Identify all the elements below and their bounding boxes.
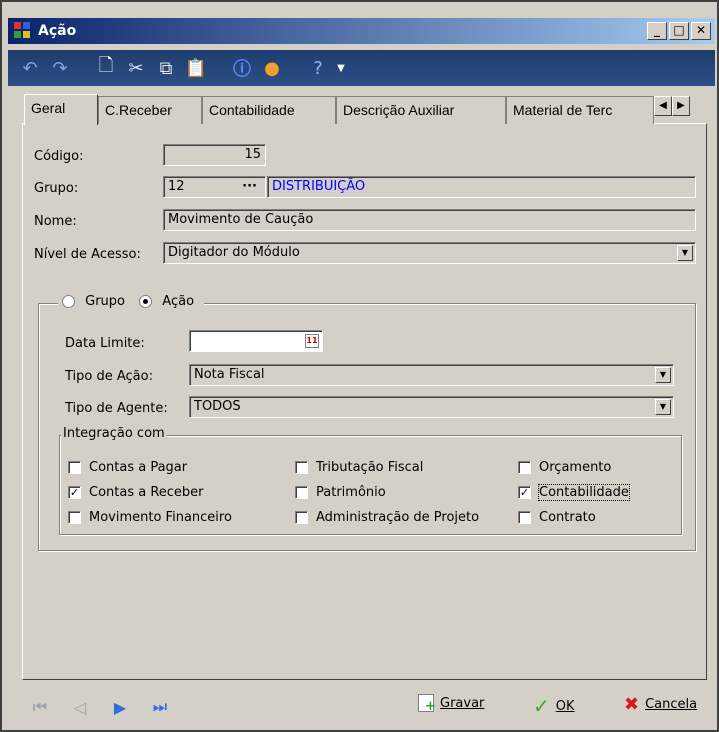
app-icon bbox=[14, 22, 32, 40]
radio-acao[interactable] bbox=[139, 295, 153, 308]
grupo-code: 12 bbox=[168, 179, 185, 194]
maximize-button[interactable]: □ bbox=[669, 22, 689, 40]
checkbox-contabilidade[interactable]: ✓ Contabilidade bbox=[518, 484, 630, 501]
nome-field[interactable]: Movimento de Caução bbox=[163, 209, 696, 231]
window: Ação _ □ ✕ ↶ ↷ 🗋 ✂ ⧉ 📋 ⓘ ● ? ▼ Geral C.R… bbox=[0, 0, 719, 732]
first-record-icon[interactable]: ⏮ bbox=[26, 693, 54, 721]
checkbox-contas-a-pagar[interactable]: Contas a Pagar bbox=[68, 460, 187, 475]
grupo-label: Grupo: bbox=[34, 181, 79, 196]
checkbox-label: Contabilidade bbox=[538, 484, 630, 501]
tab-scroll: ◀ ▶ bbox=[654, 96, 690, 116]
gravar-label: Gravar bbox=[440, 695, 485, 711]
checkbox-patrimonio[interactable]: Patrimônio bbox=[295, 485, 386, 500]
nivel-acesso-select[interactable]: Digitador do Módulo ▼ bbox=[163, 242, 696, 264]
tipo-agente-select[interactable]: TODOS ▼ bbox=[189, 396, 674, 418]
tab-contabilidade[interactable]: Contabilidade bbox=[202, 96, 336, 124]
ok-label: OK bbox=[555, 698, 575, 714]
checkbox-box[interactable] bbox=[518, 511, 531, 524]
checkbox-movimento-financeiro[interactable]: Movimento Financeiro bbox=[68, 510, 232, 525]
tipo-acao-label: Tipo de Ação: bbox=[65, 369, 153, 384]
checkbox-label: Tributação Fiscal bbox=[316, 460, 424, 475]
next-record-icon[interactable]: ▶ bbox=[106, 693, 134, 721]
radio-grupo-label[interactable]: Grupo bbox=[85, 294, 125, 309]
minimize-button[interactable]: _ bbox=[647, 22, 667, 40]
title-bar[interactable]: Ação _ □ ✕ bbox=[8, 18, 715, 44]
tab-c-receber[interactable]: C.Receber bbox=[98, 96, 202, 124]
chevron-left-icon[interactable]: ◀ bbox=[654, 96, 672, 116]
cancela-button[interactable]: ✖ Cancela bbox=[624, 694, 697, 715]
checkbox-label: Movimento Financeiro bbox=[89, 510, 232, 525]
window-title: Ação bbox=[38, 23, 77, 39]
checkbox-orcamento[interactable]: Orçamento bbox=[518, 460, 611, 475]
help-icon[interactable]: ? bbox=[306, 56, 330, 80]
nivel-acesso-label: Nível de Acesso: bbox=[34, 247, 141, 262]
last-record-icon[interactable]: ⏭ bbox=[146, 693, 174, 721]
codigo-field[interactable]: 15 bbox=[163, 144, 266, 166]
checkbox-box[interactable] bbox=[518, 461, 531, 474]
info-icon[interactable]: ⓘ bbox=[230, 56, 254, 80]
cancela-label: Cancela bbox=[645, 697, 698, 712]
checkbox-box[interactable] bbox=[295, 511, 308, 524]
checkmark-icon[interactable]: ✓ bbox=[68, 486, 81, 499]
save-document-icon: + bbox=[418, 694, 436, 713]
checkbox-contas-a-receber[interactable]: ✓ Contas a Receber bbox=[68, 485, 204, 500]
grupo-code-field[interactable]: 12 ··· bbox=[163, 176, 266, 198]
close-button[interactable]: ✕ bbox=[691, 22, 711, 40]
chevron-down-icon[interactable]: ▼ bbox=[336, 56, 346, 80]
radio-acao-label[interactable]: Ação bbox=[162, 294, 194, 309]
checkbox-label: Administração de Projeto bbox=[316, 510, 480, 525]
calendar-icon[interactable]: 11 bbox=[305, 334, 319, 348]
undo-icon[interactable]: ↶ bbox=[18, 56, 42, 80]
tab-material-de-terceiros[interactable]: Material de Terc bbox=[506, 96, 654, 124]
codigo-label: Código: bbox=[34, 149, 84, 164]
checkbox-box[interactable] bbox=[68, 461, 81, 474]
ellipsis-button[interactable]: ··· bbox=[242, 177, 257, 197]
checkbox-label: Contas a Pagar bbox=[89, 460, 188, 475]
paste-icon[interactable]: 📋 bbox=[184, 56, 208, 80]
radio-legend: Grupo Ação bbox=[58, 294, 205, 309]
chevron-right-icon[interactable]: ▶ bbox=[672, 96, 690, 116]
user-icon[interactable]: ● bbox=[260, 56, 284, 80]
cancel-x-icon: ✖ bbox=[624, 694, 640, 715]
checkmark-icon[interactable]: ✓ bbox=[518, 486, 531, 499]
copy-icon[interactable]: ⧉ bbox=[154, 56, 178, 80]
ok-button[interactable]: ✓ OK bbox=[533, 694, 575, 718]
checkbox-label: Contas a Receber bbox=[89, 485, 204, 500]
data-limite-label: Data Limite: bbox=[65, 336, 145, 351]
radio-grupo[interactable] bbox=[62, 295, 75, 308]
tipo-acao-value: Nota Fiscal bbox=[194, 367, 265, 382]
bottom-bar: ⏮ ◁ ▶ ⏭ bbox=[8, 686, 715, 728]
dropdown-arrow-icon[interactable]: ▼ bbox=[677, 245, 693, 261]
checkbox-label: Contrato bbox=[539, 510, 596, 525]
tipo-acao-select[interactable]: Nota Fiscal ▼ bbox=[189, 364, 674, 386]
tipo-agente-label: Tipo de Agente: bbox=[65, 401, 168, 416]
tab-descricao-auxiliar[interactable]: Descrição Auxiliar bbox=[336, 96, 506, 124]
toolbar: ↶ ↷ 🗋 ✂ ⧉ 📋 ⓘ ● ? ▼ bbox=[8, 50, 715, 86]
nome-label: Nome: bbox=[34, 214, 77, 229]
checkbox-label: Patrimônio bbox=[316, 485, 386, 500]
redo-icon[interactable]: ↷ bbox=[48, 56, 72, 80]
checkbox-box[interactable] bbox=[295, 486, 308, 499]
checkbox-contrato[interactable]: Contrato bbox=[518, 510, 596, 525]
tab-strip: Geral C.Receber Contabilidade Descrição … bbox=[24, 94, 654, 125]
data-limite-field[interactable]: 11 bbox=[189, 330, 323, 352]
checkbox-tributacao-fiscal[interactable]: Tributação Fiscal bbox=[295, 460, 423, 475]
previous-record-icon[interactable]: ◁ bbox=[66, 693, 94, 721]
tab-geral[interactable]: Geral bbox=[24, 94, 98, 125]
cut-icon[interactable]: ✂ bbox=[124, 56, 148, 80]
gravar-button[interactable]: + Gravar bbox=[418, 694, 485, 713]
checkbox-label: Orçamento bbox=[539, 460, 612, 475]
grupo-name-field: DISTRIBUIÇÃO bbox=[267, 176, 696, 198]
checkbox-box[interactable] bbox=[68, 511, 81, 524]
tipo-agente-value: TODOS bbox=[194, 399, 241, 414]
dropdown-arrow-icon[interactable]: ▼ bbox=[655, 399, 671, 415]
nivel-acesso-value: Digitador do Módulo bbox=[168, 245, 300, 260]
checkbox-administracao-de-projeto[interactable]: Administração de Projeto bbox=[295, 510, 479, 525]
integracao-legend: Integração com bbox=[61, 426, 167, 441]
checkbox-box[interactable] bbox=[295, 461, 308, 474]
checkmark-icon: ✓ bbox=[533, 694, 550, 718]
dropdown-arrow-icon[interactable]: ▼ bbox=[655, 367, 671, 383]
new-document-icon[interactable]: 🗋 bbox=[94, 55, 118, 80]
